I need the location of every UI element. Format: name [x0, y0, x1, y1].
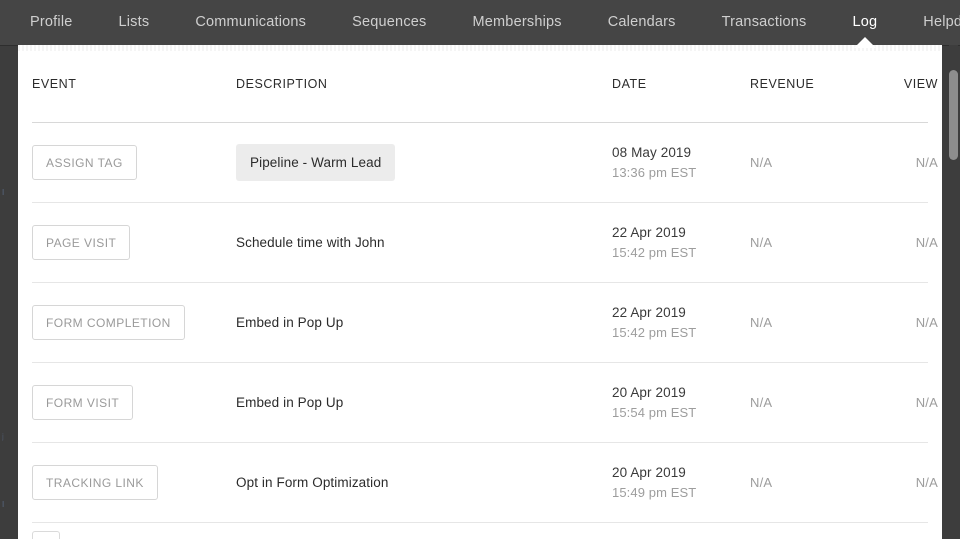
time-value: 15:49 pm EST [612, 484, 697, 500]
date-value: 08 May 2019 [612, 144, 692, 160]
log-panel: EVENT DESCRIPTION DATE REVENUE VIEW ASSI… [18, 45, 942, 539]
tab-memberships[interactable]: Memberships [472, 14, 561, 32]
table-row[interactable]: TRACKING LINK Opt in Form Optimization 2… [18, 443, 942, 522]
cell-description: Schedule time with John [236, 234, 612, 252]
active-tab-pointer-icon [853, 36, 876, 48]
column-header-date: DATE [612, 76, 647, 91]
event-type-badge[interactable]: FORM COMPLETION [32, 305, 185, 340]
tab-label: Profile [30, 13, 73, 30]
event-type-badge[interactable]: ASSIGN TAG [32, 145, 137, 180]
column-header-revenue: REVENUE [750, 76, 815, 91]
view-value: N/A [915, 475, 938, 490]
cell-revenue: N/A [750, 314, 860, 332]
cell-date: 22 Apr 2019 15:42 pm EST [612, 223, 750, 263]
description-value: Embed in Pop Up [236, 314, 344, 330]
event-type-badge[interactable]: PAGE VISIT [32, 225, 131, 260]
cell-event: ASSIGN TAG [32, 145, 236, 180]
revenue-value: N/A [750, 154, 773, 170]
cell-event: PAGE VISIT [32, 225, 236, 260]
revenue-value: N/A [750, 394, 773, 410]
cell-description: Pipeline - Warm Lead [236, 144, 612, 181]
cell-description: Embed in Pop Up [236, 314, 612, 332]
description-value: Schedule time with John [236, 234, 385, 250]
cell-revenue: N/A [750, 394, 860, 412]
revenue-value: N/A [750, 474, 773, 490]
cell-view: N/A [860, 155, 938, 170]
event-type-badge[interactable]: TRACKING LINK [32, 465, 158, 500]
table-row[interactable]: FORM VISIT Embed in Pop Up 20 Apr 2019 1… [18, 363, 942, 442]
tab-label: Transactions [721, 13, 807, 30]
nav-inner: Profile Lists Communications Sequences M… [0, 0, 960, 48]
cell-view: N/A [860, 395, 938, 410]
revenue-value: N/A [750, 234, 773, 250]
date-value: 22 Apr 2019 [612, 304, 686, 320]
cell-event: FORM VISIT [32, 385, 236, 420]
cell-view: N/A [860, 315, 938, 330]
gutter-seam [0, 45, 18, 46]
column-header-event: EVENT [32, 76, 77, 91]
table-row[interactable]: PAGE VISIT Schedule time with John 22 Ap… [18, 203, 942, 282]
column-header-description: DESCRIPTION [236, 76, 328, 91]
gutter-ghost-text: j [2, 432, 4, 441]
top-navigation: Profile Lists Communications Sequences M… [0, 0, 960, 48]
cell-view: N/A [860, 235, 938, 250]
tab-label: Communications [195, 13, 307, 30]
cell-revenue: N/A [750, 474, 860, 492]
view-value: N/A [915, 395, 938, 410]
description-value: Embed in Pop Up [236, 394, 344, 410]
cell-description: Embed in Pop Up [236, 394, 612, 412]
table-row[interactable]: FORM COMPLETION Embed in Pop Up 22 Apr 2… [18, 283, 942, 362]
table-row[interactable]: ASSIGN TAG Pipeline - Warm Lead 08 May 2… [18, 123, 942, 202]
cell-description: Opt in Form Optimization [236, 474, 612, 492]
cell-view: N/A [860, 475, 938, 490]
left-gutter: ll j ll [0, 0, 18, 539]
event-type-badge[interactable] [32, 531, 60, 539]
cell-date: 20 Apr 2019 15:49 pm EST [612, 463, 750, 503]
tab-helpdesk[interactable]: Helpdesk [923, 14, 960, 32]
tab-communications[interactable]: Communications [195, 14, 306, 32]
log-table: EVENT DESCRIPTION DATE REVENUE VIEW ASSI… [18, 45, 942, 539]
cell-revenue: N/A [750, 154, 860, 172]
vertical-scrollbar-thumb[interactable] [949, 70, 958, 160]
view-value: N/A [915, 235, 938, 250]
tab-label: Lists [118, 13, 150, 30]
cell-event: FORM COMPLETION [32, 305, 236, 340]
description-tag: Pipeline - Warm Lead [236, 144, 396, 181]
date-value: 20 Apr 2019 [612, 464, 686, 480]
tab-calendars[interactable]: Calendars [608, 14, 676, 32]
tab-label: Memberships [472, 13, 562, 30]
time-value: 15:42 pm EST [612, 324, 697, 340]
time-value: 15:54 pm EST [612, 404, 697, 420]
time-value: 13:36 pm EST [612, 164, 697, 180]
gutter-ghost-text: ll [2, 188, 5, 197]
cell-event: TRACKING LINK [32, 465, 236, 500]
app-root: ll j ll Profile Lists Communications Seq… [0, 0, 960, 539]
cell-event [32, 531, 236, 539]
view-value: N/A [915, 315, 938, 330]
date-value: 20 Apr 2019 [612, 384, 686, 400]
tab-transactions[interactable]: Transactions [722, 14, 807, 32]
table-header-row: EVENT DESCRIPTION DATE REVENUE VIEW [18, 45, 942, 122]
table-row-partial[interactable] [18, 523, 942, 539]
tab-lists[interactable]: Lists [119, 14, 150, 32]
tab-label: Calendars [607, 13, 676, 30]
tab-label: Sequences [352, 13, 427, 30]
tab-label: Log [852, 13, 878, 30]
tab-log[interactable]: Log [852, 13, 878, 48]
cell-revenue: N/A [750, 234, 860, 252]
tab-sequences[interactable]: Sequences [352, 14, 426, 32]
tab-profile[interactable]: Profile [30, 14, 73, 32]
tab-label: Helpdesk [923, 13, 960, 30]
column-header-view: VIEW [903, 76, 938, 91]
cell-date: 22 Apr 2019 15:42 pm EST [612, 303, 750, 343]
date-value: 22 Apr 2019 [612, 224, 686, 240]
cell-date: 08 May 2019 13:36 pm EST [612, 143, 750, 183]
gutter-ghost-text: ll [2, 500, 5, 509]
revenue-value: N/A [750, 314, 773, 330]
view-value: N/A [915, 155, 938, 170]
description-value: Opt in Form Optimization [236, 474, 389, 490]
cell-date: 20 Apr 2019 15:54 pm EST [612, 383, 750, 423]
time-value: 15:42 pm EST [612, 244, 697, 260]
event-type-badge[interactable]: FORM VISIT [32, 385, 134, 420]
